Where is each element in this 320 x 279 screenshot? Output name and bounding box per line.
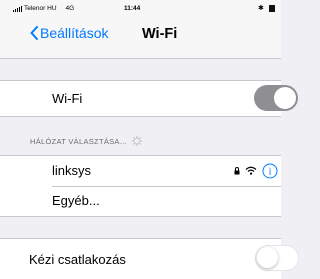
toggle-knob	[257, 247, 278, 268]
svg-text:i: i	[269, 167, 272, 178]
network-type: 4G	[65, 5, 75, 12]
chevron-left-icon	[30, 26, 38, 40]
manual-connect-label: Kézi csatlakozás	[29, 252, 126, 267]
manual-connect-cell: Kézi csatlakozás	[0, 238, 299, 279]
networks-section-title: HÁLÓZAT VÁLASZTÁSA...	[30, 136, 127, 146]
navigation-bar: Beállítások Wi-Fi	[0, 18, 281, 59]
networks-section-header: HÁLÓZAT VÁLASZTÁSA...	[30, 136, 142, 146]
manual-connect-toggle[interactable]	[255, 245, 299, 271]
carrier-name: Telenor HU	[24, 5, 57, 12]
network-row-linksys[interactable]: linksys i	[0, 156, 281, 186]
wifi-toggle[interactable]	[254, 85, 298, 111]
page-title: Wi-Fi	[142, 26, 178, 42]
battery-icon	[268, 5, 275, 12]
networks-list: linksys i Egyéb...	[0, 155, 281, 217]
signal-strength-icon	[13, 5, 22, 12]
wifi-signal-icon	[245, 166, 257, 175]
lock-icon	[234, 167, 240, 175]
bluetooth-icon: ✱	[258, 5, 264, 12]
wifi-label: Wi-Fi	[52, 91, 83, 106]
other-network-row[interactable]: Egyéb...	[0, 186, 281, 216]
toggle-knob	[274, 87, 296, 109]
info-icon[interactable]: i	[262, 163, 278, 179]
loading-spinner-icon	[131, 136, 142, 146]
network-name: linksys	[52, 163, 92, 178]
wifi-cell: Wi-Fi	[0, 80, 298, 117]
other-network-label: Egyéb...	[52, 193, 100, 208]
status-bar-right: ✱	[258, 5, 275, 12]
status-bar-left: Telenor HU 4G	[13, 5, 74, 12]
back-button[interactable]: Beállítások	[30, 25, 108, 41]
clock: 11:44	[124, 5, 141, 12]
status-bar: Telenor HU 4G 11:44 ✱	[0, 0, 281, 18]
back-button-label: Beállítások	[40, 25, 109, 41]
